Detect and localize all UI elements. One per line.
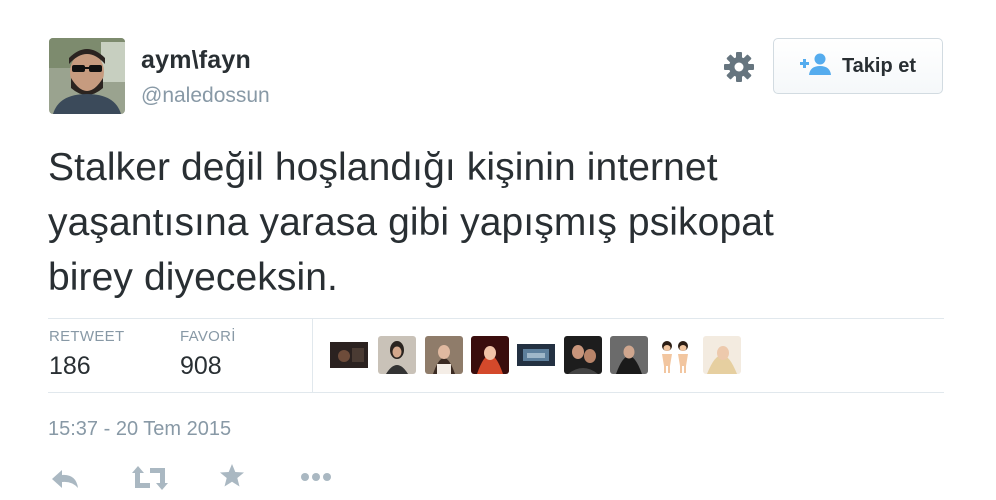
stats-divider bbox=[312, 319, 313, 393]
favoriter-avatar[interactable] bbox=[471, 336, 509, 374]
retweet-label: RETWEET bbox=[49, 328, 125, 345]
follow-button[interactable]: Takip et bbox=[773, 38, 943, 94]
favorite-count: 908 bbox=[180, 352, 222, 380]
star-icon[interactable] bbox=[219, 463, 245, 494]
tweet-timestamp[interactable]: 15:37 - 20 Tem 2015 bbox=[48, 418, 231, 441]
favoriter-avatar[interactable] bbox=[425, 336, 463, 374]
person-add-icon bbox=[799, 53, 832, 80]
favoriter-avatar[interactable] bbox=[564, 336, 602, 374]
divider bbox=[48, 318, 944, 319]
retweet-icon[interactable] bbox=[132, 466, 168, 495]
reply-icon[interactable] bbox=[50, 468, 80, 495]
favoriter-avatar[interactable] bbox=[517, 336, 555, 374]
divider bbox=[48, 392, 944, 393]
author-display-name[interactable]: aym\fayn bbox=[141, 46, 251, 75]
favoriter-avatar[interactable] bbox=[610, 336, 648, 374]
favoriter-avatar[interactable] bbox=[330, 336, 368, 374]
tweet-text-line: Stalker değil hoşlandığı kişinin interne… bbox=[48, 146, 718, 189]
favorite-label: FAVORİ bbox=[180, 328, 236, 345]
author-avatar[interactable] bbox=[49, 38, 125, 114]
retweet-stat[interactable]: RETWEET 186 bbox=[49, 328, 124, 381]
author-handle[interactable]: @naledossun bbox=[141, 84, 270, 108]
tweet-text: Stalker değil hoşlandığı kişinin interne… bbox=[48, 140, 948, 305]
favorite-stat[interactable]: FAVORİ 908 bbox=[180, 328, 236, 381]
tweet-text-line: yaşantısına yarasa gibi yapışmış psikopa… bbox=[48, 201, 774, 244]
tweet-card: aym\fayn @naledossun Takip et Stalker de… bbox=[0, 0, 996, 500]
gear-icon[interactable] bbox=[722, 50, 756, 84]
retweet-count: 186 bbox=[49, 352, 91, 380]
more-icon[interactable] bbox=[300, 470, 332, 488]
favoriter-avatar[interactable] bbox=[656, 336, 694, 374]
favoriter-avatar[interactable] bbox=[378, 336, 416, 374]
favoriter-avatar[interactable] bbox=[703, 336, 741, 374]
tweet-text-line: birey diyeceksin. bbox=[48, 256, 338, 299]
follow-button-label: Takip et bbox=[841, 54, 917, 77]
